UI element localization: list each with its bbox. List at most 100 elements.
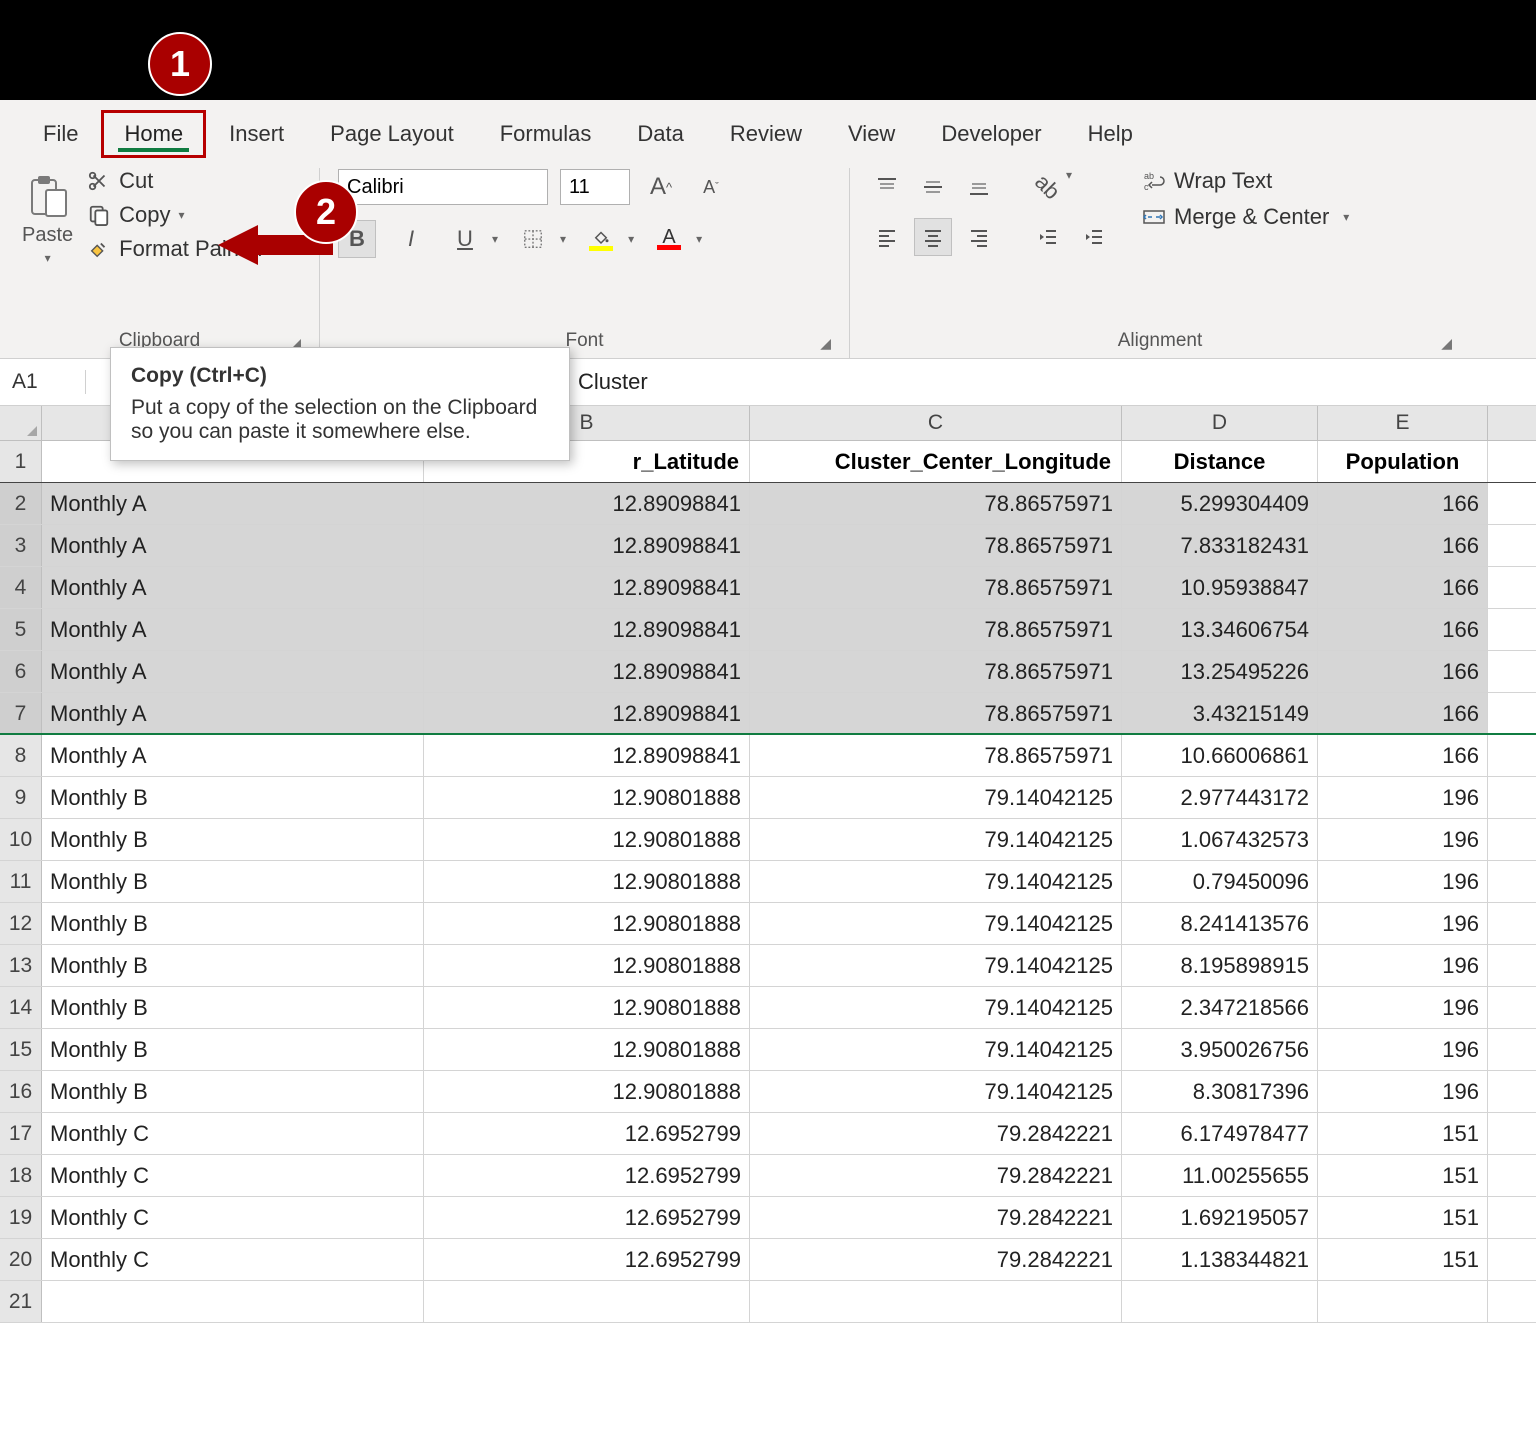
cell-B2[interactable]: 12.89098841 xyxy=(424,483,750,524)
spreadsheet[interactable]: ABCDE 1r_LatitudeCluster_Center_Longitud… xyxy=(0,406,1536,1323)
cell-E11[interactable]: 196 xyxy=(1318,861,1488,902)
name-box[interactable]: A1 xyxy=(0,370,86,394)
font-name-select[interactable] xyxy=(338,169,548,205)
row-21[interactable]: 21 xyxy=(0,1281,1536,1323)
decrease-indent-button[interactable] xyxy=(1028,218,1066,256)
cell-C16[interactable]: 79.14042125 xyxy=(750,1071,1122,1112)
cell-D8[interactable]: 10.66006861 xyxy=(1122,735,1318,776)
cell-E3[interactable]: 166 xyxy=(1318,525,1488,566)
cell-D2[interactable]: 5.299304409 xyxy=(1122,483,1318,524)
cell-A3[interactable]: Monthly A xyxy=(42,525,424,566)
cell-D7[interactable]: 3.43215149 xyxy=(1122,693,1318,733)
row-header-19[interactable]: 19 xyxy=(0,1197,42,1238)
cell-C9[interactable]: 79.14042125 xyxy=(750,777,1122,818)
cell-C12[interactable]: 79.14042125 xyxy=(750,903,1122,944)
row-header-10[interactable]: 10 xyxy=(0,819,42,860)
align-top-button[interactable] xyxy=(868,168,906,206)
cell-C3[interactable]: 78.86575971 xyxy=(750,525,1122,566)
row-4[interactable]: 4Monthly A12.8909884178.8657597110.95938… xyxy=(0,567,1536,609)
cell-E4[interactable]: 166 xyxy=(1318,567,1488,608)
cell-C5[interactable]: 78.86575971 xyxy=(750,609,1122,650)
font-color-button[interactable]: A xyxy=(650,220,688,258)
cell-A11[interactable]: Monthly B xyxy=(42,861,424,902)
cell-C20[interactable]: 79.2842221 xyxy=(750,1239,1122,1280)
row-header-8[interactable]: 8 xyxy=(0,735,42,776)
increase-font-icon[interactable]: A^ xyxy=(642,168,680,206)
cell-E1[interactable]: Population xyxy=(1318,441,1488,482)
tab-insert[interactable]: Insert xyxy=(206,110,307,158)
tab-help[interactable]: Help xyxy=(1065,110,1156,158)
cell-E20[interactable]: 151 xyxy=(1318,1239,1488,1280)
row-header-5[interactable]: 5 xyxy=(0,609,42,650)
decrease-font-icon[interactable]: Aˇ xyxy=(692,168,730,206)
tab-developer[interactable]: Developer xyxy=(918,110,1064,158)
cell-E18[interactable]: 151 xyxy=(1318,1155,1488,1196)
cell-B20[interactable]: 12.6952799 xyxy=(424,1239,750,1280)
tab-home[interactable]: Home xyxy=(101,110,206,158)
cell-B8[interactable]: 12.89098841 xyxy=(424,735,750,776)
cell-C8[interactable]: 78.86575971 xyxy=(750,735,1122,776)
cell-A9[interactable]: Monthly B xyxy=(42,777,424,818)
row-8[interactable]: 8Monthly A12.8909884178.8657597110.66006… xyxy=(0,735,1536,777)
cell-B16[interactable]: 12.90801888 xyxy=(424,1071,750,1112)
cell-B4[interactable]: 12.89098841 xyxy=(424,567,750,608)
row-header-7[interactable]: 7 xyxy=(0,693,42,733)
cell-B5[interactable]: 12.89098841 xyxy=(424,609,750,650)
fill-color-button[interactable] xyxy=(582,220,620,258)
cell-D12[interactable]: 8.241413576 xyxy=(1122,903,1318,944)
row-header-15[interactable]: 15 xyxy=(0,1029,42,1070)
cell-A15[interactable]: Monthly B xyxy=(42,1029,424,1070)
cell-C4[interactable]: 78.86575971 xyxy=(750,567,1122,608)
underline-button[interactable]: U xyxy=(446,220,484,258)
row-header-21[interactable]: 21 xyxy=(0,1281,42,1322)
cell-B17[interactable]: 12.6952799 xyxy=(424,1113,750,1154)
row-header-4[interactable]: 4 xyxy=(0,567,42,608)
cell-C10[interactable]: 79.14042125 xyxy=(750,819,1122,860)
align-right-button[interactable] xyxy=(960,218,998,256)
row-header-11[interactable]: 11 xyxy=(0,861,42,902)
italic-button[interactable]: I xyxy=(392,220,430,258)
cell-A13[interactable]: Monthly B xyxy=(42,945,424,986)
cell-D11[interactable]: 0.79450096 xyxy=(1122,861,1318,902)
cell-D17[interactable]: 6.174978477 xyxy=(1122,1113,1318,1154)
cell-A16[interactable]: Monthly B xyxy=(42,1071,424,1112)
cell-D16[interactable]: 8.30817396 xyxy=(1122,1071,1318,1112)
paste-button[interactable]: Paste ▾ xyxy=(18,168,77,269)
row-header-9[interactable]: 9 xyxy=(0,777,42,818)
increase-indent-button[interactable] xyxy=(1074,218,1112,256)
cell-D19[interactable]: 1.692195057 xyxy=(1122,1197,1318,1238)
cell-A7[interactable]: Monthly A xyxy=(42,693,424,733)
cell-B6[interactable]: 12.89098841 xyxy=(424,651,750,692)
row-11[interactable]: 11Monthly B12.9080188879.140421250.79450… xyxy=(0,861,1536,903)
cell-B7[interactable]: 12.89098841 xyxy=(424,693,750,733)
cell-B19[interactable]: 12.6952799 xyxy=(424,1197,750,1238)
cell-A20[interactable]: Monthly C xyxy=(42,1239,424,1280)
cell-D20[interactable]: 1.138344821 xyxy=(1122,1239,1318,1280)
cell-C17[interactable]: 79.2842221 xyxy=(750,1113,1122,1154)
row-10[interactable]: 10Monthly B12.9080188879.140421251.06743… xyxy=(0,819,1536,861)
cell-E17[interactable]: 151 xyxy=(1318,1113,1488,1154)
row-5[interactable]: 5Monthly A12.8909884178.8657597113.34606… xyxy=(0,609,1536,651)
font-size-select[interactable] xyxy=(560,169,630,205)
row-header-14[interactable]: 14 xyxy=(0,987,42,1028)
borders-button[interactable] xyxy=(514,220,552,258)
cell-A8[interactable]: Monthly A xyxy=(42,735,424,776)
tab-data[interactable]: Data xyxy=(614,110,706,158)
cell-A19[interactable]: Monthly C xyxy=(42,1197,424,1238)
cell-C13[interactable]: 79.14042125 xyxy=(750,945,1122,986)
font-launcher-icon[interactable]: ◢ xyxy=(820,335,831,352)
cell-D10[interactable]: 1.067432573 xyxy=(1122,819,1318,860)
cell-C21[interactable] xyxy=(750,1281,1122,1322)
row-header-16[interactable]: 16 xyxy=(0,1071,42,1112)
cell-C6[interactable]: 78.86575971 xyxy=(750,651,1122,692)
cell-D9[interactable]: 2.977443172 xyxy=(1122,777,1318,818)
cell-E2[interactable]: 166 xyxy=(1318,483,1488,524)
row-18[interactable]: 18Monthly C12.695279979.284222111.002556… xyxy=(0,1155,1536,1197)
formula-bar[interactable]: Cluster xyxy=(566,369,648,395)
row-header-2[interactable]: 2 xyxy=(0,483,42,524)
cell-A4[interactable]: Monthly A xyxy=(42,567,424,608)
cell-C2[interactable]: 78.86575971 xyxy=(750,483,1122,524)
cell-D4[interactable]: 10.95938847 xyxy=(1122,567,1318,608)
cell-A6[interactable]: Monthly A xyxy=(42,651,424,692)
col-header-C[interactable]: C xyxy=(750,406,1122,440)
